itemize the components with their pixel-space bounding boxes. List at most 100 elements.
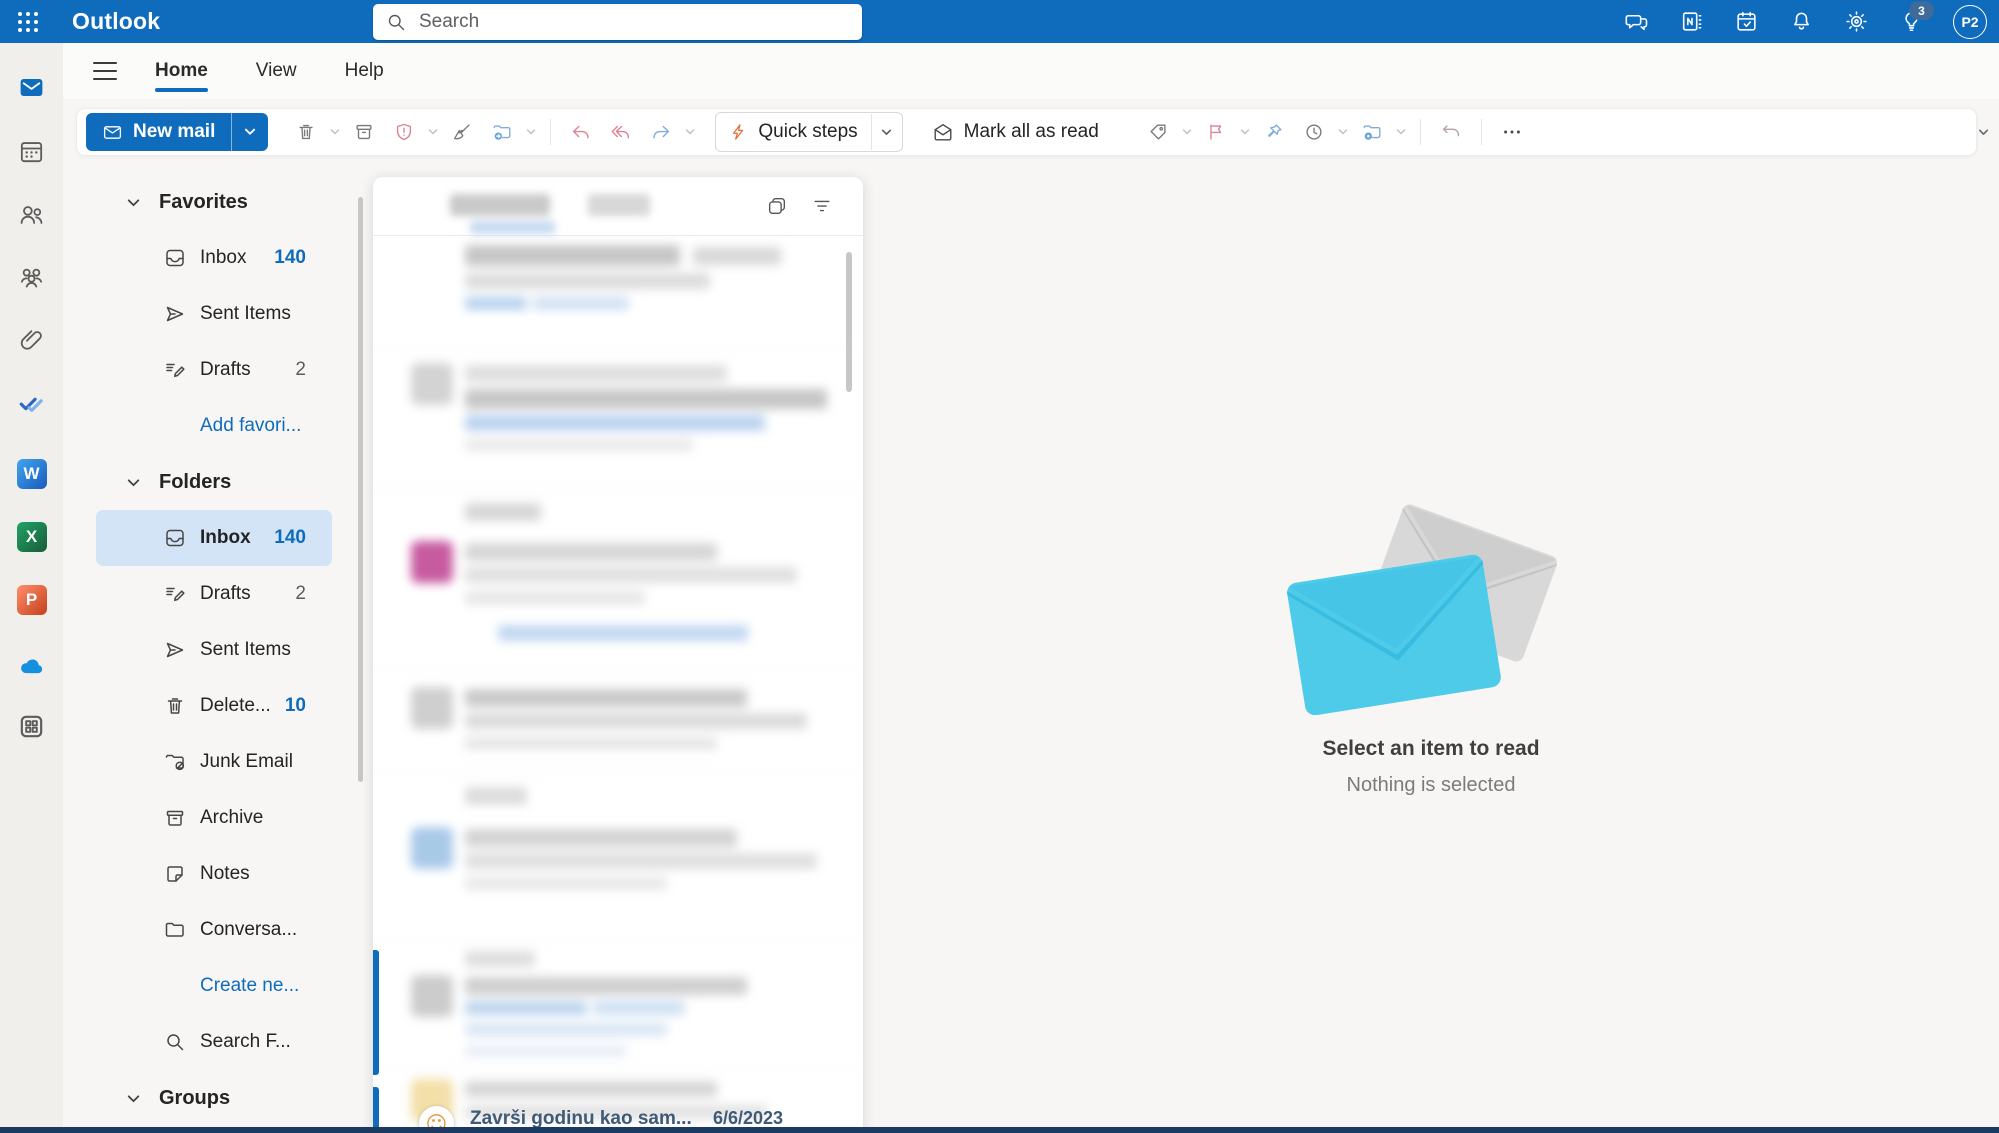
flag-dropdown[interactable] xyxy=(1238,113,1252,151)
folder-label: Drafts xyxy=(200,583,251,605)
skeleton-block xyxy=(693,247,781,265)
search-box[interactable] xyxy=(373,4,862,40)
link-label: Add favori... xyxy=(200,415,301,437)
message-list-scrollbar[interactable] xyxy=(846,252,852,392)
folder-pane-scrollbar[interactable] xyxy=(358,197,363,782)
onenote-feed-button[interactable] xyxy=(1678,8,1705,35)
new-mail-button[interactable]: New mail xyxy=(86,113,268,151)
rail-powerpoint-button[interactable]: P xyxy=(14,582,49,617)
move-to-icon xyxy=(491,121,513,143)
move-to-button[interactable] xyxy=(484,113,520,151)
delete-dropdown[interactable] xyxy=(328,113,342,151)
groups-header[interactable]: Groups xyxy=(63,1070,372,1126)
favorites-header-label: Favorites xyxy=(159,191,248,214)
folder-junk-email[interactable]: Junk Email xyxy=(96,734,332,790)
reply-button[interactable] xyxy=(563,113,599,151)
apps-launcher-icon[interactable] xyxy=(0,0,56,43)
reply-all-icon xyxy=(610,121,632,143)
flag-button[interactable] xyxy=(1198,113,1234,151)
more-options-button[interactable] xyxy=(1494,113,1530,151)
folder-notes[interactable]: Notes xyxy=(96,846,332,902)
folder-inbox[interactable]: Inbox 140 xyxy=(96,510,332,566)
profile-avatar[interactable]: P2 xyxy=(1953,5,1987,39)
pin-button[interactable] xyxy=(1256,113,1292,151)
skeleton-block xyxy=(465,389,827,409)
tab-help[interactable]: Help xyxy=(345,43,384,99)
mark-all-read-button[interactable]: Mark all as read xyxy=(921,113,1110,151)
tips-button[interactable]: 3 xyxy=(1898,8,1925,35)
rail-todo-button[interactable] xyxy=(14,386,49,421)
move-to-dropdown[interactable] xyxy=(524,113,538,151)
search-input[interactable] xyxy=(417,10,849,34)
filter-button[interactable] xyxy=(810,194,834,218)
delete-button[interactable] xyxy=(288,113,324,151)
skeleton-block xyxy=(411,363,453,405)
rail-word-button[interactable]: W xyxy=(14,456,49,491)
people-icon xyxy=(17,200,46,229)
mark-all-read-label: Mark all as read xyxy=(964,121,1099,143)
paperclip-icon xyxy=(17,326,46,355)
folder-sent-items[interactable]: Sent Items xyxy=(96,622,332,678)
skeleton-block xyxy=(533,297,629,310)
folder-icon xyxy=(163,918,187,942)
rail-onedrive-button[interactable] xyxy=(14,649,49,684)
skeleton-block xyxy=(411,827,453,869)
snooze-icon xyxy=(1303,121,1325,143)
notifications-button[interactable] xyxy=(1788,8,1815,35)
undo-button[interactable] xyxy=(1433,113,1469,151)
folders-header[interactable]: Folders xyxy=(63,454,372,510)
folder-archive[interactable]: Archive xyxy=(96,790,332,846)
skeleton-block xyxy=(465,1023,667,1036)
select-messages-button[interactable] xyxy=(765,194,789,218)
rail-mail-button[interactable] xyxy=(14,70,49,105)
rules-dropdown[interactable] xyxy=(1394,113,1408,151)
rail-people-button[interactable] xyxy=(14,197,49,232)
teams-chat-button[interactable] xyxy=(1623,8,1650,35)
ribbon-tab-row: Home View Help xyxy=(63,43,1999,99)
rail-groups-button[interactable] xyxy=(14,260,49,295)
rail-calendar-button[interactable] xyxy=(14,134,49,169)
favorite-sent-items[interactable]: Sent Items xyxy=(96,286,332,342)
folder-deleted-items[interactable]: Delete... 10 xyxy=(96,678,332,734)
forward-button[interactable] xyxy=(643,113,679,151)
unread-count: 140 xyxy=(274,247,306,269)
rules-button[interactable] xyxy=(1354,113,1390,151)
quick-steps-dropdown[interactable] xyxy=(872,126,902,139)
forward-dropdown[interactable] xyxy=(683,113,697,151)
snooze-button[interactable] xyxy=(1296,113,1332,151)
create-new-folder-link[interactable]: Create ne... xyxy=(96,958,332,1014)
tab-home[interactable]: Home xyxy=(155,43,208,99)
toolbar-divider xyxy=(550,119,551,145)
filter-icon xyxy=(811,195,833,217)
add-favorite-link[interactable]: Add favori... xyxy=(96,398,332,454)
my-day-button[interactable] xyxy=(1733,8,1760,35)
rail-files-button[interactable] xyxy=(14,323,49,358)
folder-conversation-history[interactable]: Conversa... xyxy=(96,902,332,958)
favorites-header[interactable]: Favorites xyxy=(63,174,372,230)
folder-search-folders[interactable]: Search F... xyxy=(96,1014,332,1070)
favorite-drafts[interactable]: Drafts 2 xyxy=(96,342,332,398)
tab-view[interactable]: View xyxy=(256,43,297,99)
message-list-rows xyxy=(373,235,863,1133)
snooze-dropdown[interactable] xyxy=(1336,113,1350,151)
folder-pane-toggle[interactable] xyxy=(93,62,117,81)
reply-all-button[interactable] xyxy=(603,113,639,151)
rail-excel-button[interactable]: X xyxy=(14,519,49,554)
rail-more-apps-button[interactable] xyxy=(14,709,49,744)
blurred-message-list[interactable] xyxy=(373,235,863,1133)
favorite-inbox[interactable]: Inbox 140 xyxy=(96,230,332,286)
collapse-ribbon-button[interactable] xyxy=(1972,121,1994,143)
folder-drafts[interactable]: Drafts 2 xyxy=(96,566,332,622)
tag-button[interactable] xyxy=(1140,113,1176,151)
sweep-button[interactable] xyxy=(444,113,480,151)
report-dropdown[interactable] xyxy=(426,113,440,151)
settings-button[interactable] xyxy=(1843,8,1870,35)
app-rail: W X P xyxy=(0,43,63,1133)
archive-button[interactable] xyxy=(346,113,382,151)
ribbon-toolbar: New mail xyxy=(76,108,1977,156)
groups-icon xyxy=(17,263,46,292)
report-button[interactable] xyxy=(386,113,422,151)
new-mail-dropdown[interactable] xyxy=(231,113,268,151)
quick-steps-button[interactable]: Quick steps xyxy=(715,112,902,152)
tag-dropdown[interactable] xyxy=(1180,113,1194,151)
